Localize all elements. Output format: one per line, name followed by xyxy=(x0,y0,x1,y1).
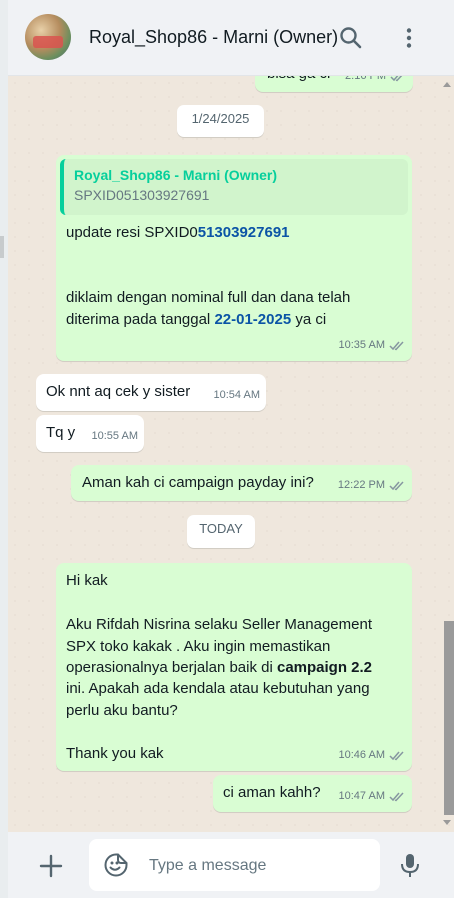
message-line: perlu aku bantu? xyxy=(66,702,178,719)
message-text: diterima pada tanggal xyxy=(66,311,215,328)
message-time: 2:16 PM xyxy=(345,76,386,82)
message-text: bisa ga ci xyxy=(267,76,330,85)
message-line: diklaim dengan nominal full dan dana tel… xyxy=(66,289,351,306)
chat-title[interactable]: Royal_Shop86 - Marni (Owner) xyxy=(89,27,338,48)
chat-header: Royal_Shop86 - Marni (Owner) xyxy=(8,0,454,76)
message-time: 10:54 AM xyxy=(213,389,260,401)
message-outgoing[interactable]: bisa ga ci 2:16 PM xyxy=(255,76,413,92)
chat-window: Royal_Shop86 - Marni (Owner) bisa ga ci … xyxy=(8,0,454,898)
quoted-message[interactable]: Royal_Shop86 - Marni (Owner) SPXID051303… xyxy=(60,159,408,215)
message-meta: 10:47 AM xyxy=(339,785,406,807)
message-line: Hi kak xyxy=(66,572,108,589)
message-meta: 10:35 AM xyxy=(339,334,406,356)
message-meta: 10:55 AM xyxy=(92,425,138,447)
date-link[interactable]: 22-01-2025 xyxy=(214,311,291,328)
message-meta: 2:16 PM xyxy=(345,76,407,87)
message-meta: 12:22 PM xyxy=(338,474,406,496)
message-time: 10:55 AM xyxy=(91,430,138,442)
date-divider: 1/24/2025 xyxy=(177,105,264,137)
read-ticks-icon xyxy=(389,791,404,801)
message-input[interactable] xyxy=(147,851,371,881)
quoted-sender: Royal_Shop86 - Marni (Owner) xyxy=(74,167,278,183)
edge-tab xyxy=(0,236,4,258)
date-label: TODAY xyxy=(199,521,243,536)
message-text: operasionalnya berjalan baik di xyxy=(66,659,277,676)
message-list[interactable]: bisa ga ci 2:16 PM 1/24/2025 Royal_Shop8… xyxy=(8,76,454,832)
quoted-text: SPXID051303927691 xyxy=(74,187,210,203)
read-ticks-icon xyxy=(389,340,404,350)
message-time: 10:35 AM xyxy=(338,339,385,351)
message-text-bold: campaign 2.2 xyxy=(276,659,373,676)
scroll-down-arrow[interactable] xyxy=(443,820,451,825)
message-meta: 10:46 AM xyxy=(339,744,406,766)
message-line: ini. Apakah ada kendala atau kebutuhan y… xyxy=(66,680,370,697)
left-window-edge xyxy=(0,0,8,898)
scrollbar-thumb[interactable] xyxy=(444,621,454,815)
read-ticks-icon xyxy=(389,750,404,760)
message-outgoing[interactable]: Aman kah ci campaign payday ini? 12:22 P… xyxy=(71,465,412,501)
message-input-box[interactable] xyxy=(89,839,380,891)
message-text: ya ci xyxy=(291,311,327,328)
composer-bar xyxy=(8,832,454,898)
menu-dots-icon[interactable] xyxy=(395,24,423,52)
message-text: update resi SPXID0 xyxy=(66,224,198,241)
message-time: 10:47 AM xyxy=(338,790,385,802)
message-outgoing[interactable]: Royal_Shop86 - Marni (Owner) SPXID051303… xyxy=(56,155,412,361)
message-time: 10:46 AM xyxy=(338,749,385,761)
message-outgoing[interactable]: ci aman kahh? 10:47 AM xyxy=(213,775,412,812)
search-icon[interactable] xyxy=(337,24,365,52)
message-meta: 10:54 AM xyxy=(214,384,260,406)
message-text: Ok nnt aq cek y sister xyxy=(46,383,191,400)
message-outgoing[interactable]: Hi kak Aku Rifdah Nisrina selaku Seller … xyxy=(56,563,412,771)
tracking-link[interactable]: 51303927691 xyxy=(198,224,290,241)
read-ticks-icon xyxy=(390,76,402,81)
message-time: 12:22 PM xyxy=(337,479,385,491)
message-line: diterima pada tanggal 22-01-2025 ya ci xyxy=(66,309,326,331)
mic-icon[interactable] xyxy=(397,851,423,879)
message-text: Aman kah ci campaign payday ini? xyxy=(82,474,314,491)
message-line: update resi SPXID051303927691 xyxy=(66,222,290,244)
date-label: 1/24/2025 xyxy=(191,111,250,126)
message-text: ci aman kahh? xyxy=(223,784,321,801)
avatar[interactable] xyxy=(25,14,71,60)
message-incoming[interactable]: Ok nnt aq cek y sister 10:54 AM xyxy=(36,374,266,411)
date-divider: TODAY xyxy=(187,515,255,548)
read-ticks-icon xyxy=(389,480,404,490)
scroll-up-arrow[interactable] xyxy=(443,82,451,87)
message-line: Thank you kak xyxy=(66,745,164,762)
message-text: Tq y xyxy=(46,424,76,441)
emoji-icon[interactable] xyxy=(103,852,129,878)
message-incoming[interactable]: Tq y 10:55 AM xyxy=(36,415,144,452)
plus-icon[interactable] xyxy=(36,851,66,881)
message-line: operasionalnya berjalan baik di campaign… xyxy=(66,657,372,679)
right-window-edge xyxy=(454,0,466,898)
message-line: SPX toko kakak . Aku ingin memastikan xyxy=(66,638,331,655)
message-line: Aku Rifdah Nisrina selaku Seller Managem… xyxy=(66,616,372,633)
